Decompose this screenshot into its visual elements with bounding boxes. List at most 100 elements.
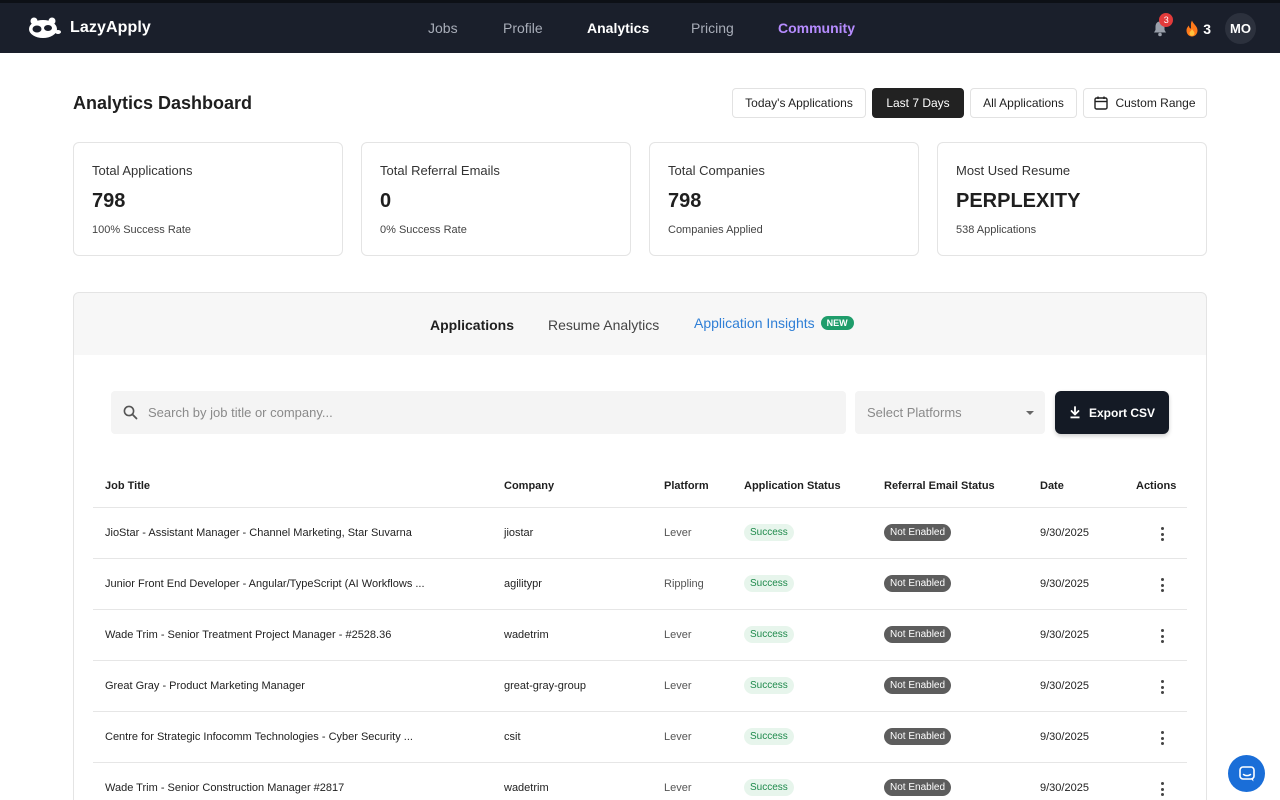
- column-date: Date: [1040, 480, 1064, 492]
- range-all-applications-button[interactable]: All Applications: [970, 88, 1077, 118]
- job-title-cell[interactable]: Wade Trim - Senior Construction Manager …: [105, 782, 344, 794]
- tab-application-insights-label: Application Insights: [694, 315, 815, 331]
- range-last-7-days-button[interactable]: Last 7 Days: [872, 88, 964, 118]
- application-status-badge: Success: [744, 575, 794, 592]
- streak-count: 3: [1203, 20, 1211, 37]
- stat-value: 798: [92, 190, 126, 212]
- row-actions-menu-icon[interactable]: [1156, 576, 1168, 594]
- company-cell: great-gray-group: [504, 680, 586, 692]
- nav-jobs[interactable]: Jobs: [428, 20, 458, 36]
- job-title-cell[interactable]: Wade Trim - Senior Treatment Project Man…: [105, 629, 391, 641]
- notification-count-badge: 3: [1159, 12, 1174, 27]
- brand-logo[interactable]: LazyApply: [28, 17, 151, 39]
- referral-status-badge: Not Enabled: [884, 677, 952, 694]
- table-body: JioStar - Assistant Manager - Channel Ma…: [93, 508, 1187, 800]
- row-actions-menu-icon[interactable]: [1156, 627, 1168, 645]
- chat-bubble-icon: [1238, 765, 1255, 781]
- job-title-cell[interactable]: Junior Front End Developer - Angular/Typ…: [105, 578, 425, 590]
- platform-cell: Lever: [664, 782, 692, 794]
- chat-support-button[interactable]: [1228, 755, 1265, 792]
- top-navbar: LazyApply Jobs Profile Analytics Pricing…: [0, 0, 1280, 53]
- range-today-button[interactable]: Today's Applications: [732, 88, 866, 118]
- user-avatar[interactable]: MO: [1225, 13, 1256, 44]
- nav-analytics[interactable]: Analytics: [587, 20, 649, 36]
- stat-subtext: 100% Success Rate: [92, 224, 192, 236]
- nav-pricing[interactable]: Pricing: [691, 20, 734, 36]
- job-title-cell[interactable]: Great Gray - Product Marketing Manager: [105, 680, 305, 692]
- date-cell: 9/30/2025: [1040, 782, 1089, 794]
- stat-subtext: Companies Applied: [668, 224, 763, 236]
- table-row[interactable]: Wade Trim - Senior Treatment Project Man…: [93, 610, 1187, 661]
- table-row[interactable]: Wade Trim - Senior Construction Manager …: [93, 763, 1187, 800]
- date-cell: 9/30/2025: [1040, 527, 1089, 539]
- stat-card-total-referral-emails: Total Referral Emails 0 0% Success Rate: [361, 142, 631, 256]
- stat-label: Most Used Resume: [956, 163, 1071, 178]
- export-csv-button[interactable]: Export CSV: [1055, 391, 1169, 434]
- download-icon: [1070, 406, 1080, 419]
- date-cell: 9/30/2025: [1040, 731, 1089, 743]
- stat-value: PERPLEXITY: [956, 190, 1081, 212]
- search-box[interactable]: [111, 391, 846, 434]
- platform-select-placeholder: Select Platforms: [867, 405, 962, 420]
- column-company: Company: [504, 480, 555, 492]
- streak-counter[interactable]: 3: [1185, 20, 1211, 37]
- stat-label: Total Applications: [92, 163, 193, 178]
- column-actions: Actions: [1136, 480, 1177, 492]
- row-actions-menu-icon[interactable]: [1156, 678, 1168, 696]
- export-csv-label: Export CSV: [1088, 405, 1155, 420]
- column-platform: Platform: [664, 480, 709, 492]
- referral-status-badge: Not Enabled: [884, 728, 952, 745]
- platform-cell: Lever: [664, 527, 692, 539]
- job-title-cell[interactable]: Centre for Strategic Infocomm Technologi…: [105, 731, 413, 743]
- date-cell: 9/30/2025: [1040, 578, 1089, 590]
- table-row[interactable]: Great Gray - Product Marketing Manager gr…: [93, 661, 1187, 712]
- column-referral-email-status: Referral Email Status: [884, 480, 995, 492]
- nav-community[interactable]: Community: [778, 20, 855, 36]
- stat-card-total-applications: Total Applications 798 100% Success Rate: [73, 142, 343, 256]
- panel-tabs: Applications Resume Analytics Applicatio…: [74, 293, 1206, 355]
- search-input[interactable]: [148, 405, 808, 420]
- flame-icon: [1186, 20, 1198, 37]
- column-job-title: Job Title: [105, 480, 151, 492]
- row-actions-menu-icon[interactable]: [1156, 729, 1168, 747]
- table-header: Job Title Company Platform Application S…: [93, 465, 1187, 508]
- stat-value: 798: [668, 190, 702, 212]
- page-title: Analytics Dashboard: [73, 93, 253, 113]
- applications-table: Job Title Company Platform Application S…: [93, 465, 1187, 800]
- applications-panel: Applications Resume Analytics Applicatio…: [73, 292, 1207, 800]
- date-cell: 9/30/2025: [1040, 629, 1089, 641]
- tab-application-insights[interactable]: Application Insights NEW: [694, 315, 854, 331]
- brand-name: LazyApply: [70, 19, 151, 36]
- date-cell: 9/30/2025: [1040, 680, 1089, 692]
- range-custom-button[interactable]: Custom Range: [1083, 88, 1207, 118]
- table-row[interactable]: JioStar - Assistant Manager - Channel Ma…: [93, 508, 1187, 559]
- row-actions-menu-icon[interactable]: [1156, 780, 1168, 798]
- range-custom-label: Custom Range: [1115, 96, 1196, 110]
- company-cell: csit: [504, 731, 521, 743]
- row-actions-menu-icon[interactable]: [1156, 525, 1168, 543]
- table-row[interactable]: Junior Front End Developer - Angular/Typ…: [93, 559, 1187, 610]
- notifications-button[interactable]: 3: [1149, 12, 1174, 43]
- column-application-status: Application Status: [744, 480, 841, 492]
- stat-card-total-companies: Total Companies 798 Companies Applied: [649, 142, 919, 256]
- stat-card-most-used-resume: Most Used Resume PERPLEXITY 538 Applicat…: [937, 142, 1207, 256]
- company-cell: wadetrim: [504, 629, 549, 641]
- logo-panda-icon: [29, 17, 61, 38]
- referral-status-badge: Not Enabled: [884, 626, 952, 643]
- application-status-badge: Success: [744, 524, 794, 541]
- stat-value: 0: [380, 190, 392, 212]
- panel-body: Select Platforms Export CSV Job Title Co…: [74, 355, 1206, 800]
- platform-select[interactable]: Select Platforms: [855, 391, 1045, 434]
- platform-cell: Rippling: [664, 578, 704, 590]
- tab-applications[interactable]: Applications: [430, 317, 514, 333]
- stat-label: Total Referral Emails: [380, 163, 500, 178]
- new-badge: NEW: [820, 316, 854, 330]
- table-row[interactable]: Centre for Strategic Infocomm Technologi…: [93, 712, 1187, 763]
- company-cell: agilitypr: [504, 578, 542, 590]
- job-title-cell[interactable]: JioStar - Assistant Manager - Channel Ma…: [105, 527, 412, 539]
- platform-cell: Lever: [664, 629, 692, 641]
- company-cell: wadetrim: [504, 782, 549, 794]
- tab-resume-analytics[interactable]: Resume Analytics: [548, 317, 659, 333]
- nav-profile[interactable]: Profile: [503, 20, 543, 36]
- platform-cell: Lever: [664, 731, 692, 743]
